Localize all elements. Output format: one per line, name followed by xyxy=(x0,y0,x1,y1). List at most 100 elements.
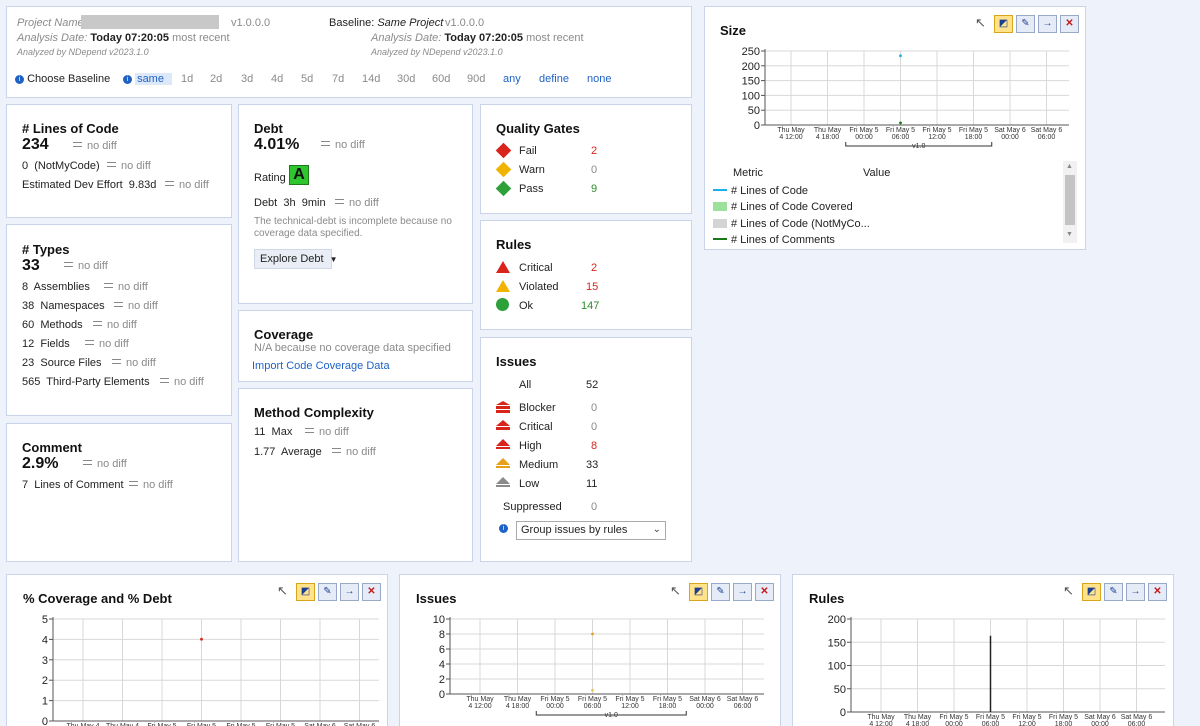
cursor-icon[interactable]: ↖ xyxy=(670,583,686,601)
data-point xyxy=(200,637,203,641)
types-value: 33 xyxy=(22,257,40,274)
baseline-option-3d[interactable]: 3d xyxy=(241,73,253,85)
issues-blocker-label: Blocker xyxy=(519,402,556,414)
close-icon[interactable]: ✕ xyxy=(1060,15,1079,33)
arrow-right-icon[interactable]: → xyxy=(1038,15,1057,33)
complexity-panel: Method Complexity 11 Max no diff 1.77 Av… xyxy=(238,388,473,562)
baseline-option-5d[interactable]: 5d xyxy=(301,73,313,85)
critical-issue-icon xyxy=(496,420,510,432)
baseline-option-2d[interactable]: 2d xyxy=(210,73,222,85)
project-name-label: Project Name: xyxy=(17,17,87,29)
close-icon[interactable]: ✕ xyxy=(1148,583,1167,601)
baseline-option-90d[interactable]: 90d xyxy=(467,73,485,85)
types-row-diff: no diff xyxy=(160,376,204,388)
explore-debt-button[interactable]: Explore Debt ▼ xyxy=(254,249,338,269)
legend-label: # Lines of Code Covered xyxy=(731,201,853,213)
types-row-assemblies: 8 Assemblies xyxy=(22,281,90,293)
x-tick-label: 06:00 xyxy=(1038,134,1056,141)
choose-baseline[interactable]: i Choose Baseline xyxy=(15,73,110,85)
baseline-option-30d[interactable]: 30d xyxy=(397,73,415,85)
legend-item[interactable]: # Lines of Code xyxy=(713,185,808,197)
info-icon: i xyxy=(499,524,508,533)
y-tick-label: 4 xyxy=(439,659,445,671)
close-icon[interactable]: ✕ xyxy=(755,583,774,601)
edit-icon[interactable]: ✎ xyxy=(318,583,337,601)
issues-panel: Issues All 52 Blocker 0 Critical 0 High … xyxy=(480,337,692,562)
group-issues-select[interactable]: Group issues by rules ⌄ xyxy=(516,521,666,540)
loc-diff: no diff xyxy=(73,140,117,152)
baseline-option-any[interactable]: any xyxy=(503,73,521,85)
baseline-analysis-date-label: Analysis Date: xyxy=(371,32,442,44)
baseline-option-1d[interactable]: 1d xyxy=(181,73,193,85)
baseline-option-label: same xyxy=(135,73,172,85)
info-icon: i xyxy=(15,75,24,84)
analysis-most-recent: most recent xyxy=(172,32,230,44)
complexity-title: Method Complexity xyxy=(254,405,374,420)
baseline-option-4d[interactable]: 4d xyxy=(271,73,283,85)
legend-scrollbar[interactable]: ▲ ▼ xyxy=(1063,161,1077,243)
chart-select-icon[interactable]: ◩ xyxy=(1082,583,1101,601)
arrow-right-icon[interactable]: → xyxy=(1126,583,1145,601)
cursor-icon[interactable]: ↖ xyxy=(277,583,293,601)
y-tick-label: 200 xyxy=(828,614,846,626)
types-row-source-files: 23 Source Files xyxy=(22,357,102,369)
types-row-third-party: 565 Third-Party Elements xyxy=(22,376,150,388)
x-tick-label: Fri May 5 xyxy=(578,696,607,703)
edit-icon[interactable]: ✎ xyxy=(1016,15,1035,33)
edit-icon[interactable]: ✎ xyxy=(711,583,730,601)
legend-label: # Lines of Code (NotMyCo... xyxy=(731,218,870,230)
arrow-right-icon[interactable]: → xyxy=(340,583,359,601)
size-title: Size xyxy=(720,23,747,38)
arrow-right-icon[interactable]: → xyxy=(733,583,752,601)
loc-panel: # Lines of Code 234 no diff 0 (NotMyCode… xyxy=(6,104,232,218)
close-icon[interactable]: ✕ xyxy=(362,583,381,601)
legend-item[interactable]: # Lines of Code Covered xyxy=(713,201,853,213)
legend-swatch xyxy=(713,189,727,191)
debt-note: The technical-debt is incomplete because… xyxy=(254,216,452,239)
x-tick-label: Fri May 5 xyxy=(653,696,682,703)
baseline-option-define[interactable]: define xyxy=(539,73,569,85)
types-row-fields: 12 Fields xyxy=(22,338,70,350)
x-tick-label: 06:00 xyxy=(584,703,602,710)
baseline-option-7d[interactable]: 7d xyxy=(332,73,344,85)
baseline-analysis-date: Today 07:20:05 xyxy=(444,32,524,44)
medium-issue-icon xyxy=(496,458,510,470)
group-issues-value: Group issues by rules xyxy=(521,524,628,536)
gate-pass-label: Pass xyxy=(519,183,544,195)
legend-item[interactable]: # Lines of Code (NotMyCo... xyxy=(713,218,870,230)
baseline-option-14d[interactable]: 14d xyxy=(362,73,380,85)
y-tick-label: 6 xyxy=(439,644,445,656)
debt-diff: no diff xyxy=(321,139,365,151)
scroll-up-icon[interactable]: ▲ xyxy=(1066,163,1073,170)
edit-icon[interactable]: ✎ xyxy=(1104,583,1123,601)
baseline-option-same[interactable]: i same xyxy=(123,73,172,85)
x-tick-label: 18:00 xyxy=(659,703,677,710)
scroll-down-icon[interactable]: ▼ xyxy=(1066,231,1073,238)
x-tick-label: Fri May 5 xyxy=(1049,714,1078,721)
cursor-icon[interactable]: ↖ xyxy=(975,15,991,33)
chart-select-icon[interactable]: ◩ xyxy=(994,15,1013,33)
import-coverage-link[interactable]: Import Code Coverage Data xyxy=(252,360,390,372)
scrollbar-thumb[interactable] xyxy=(1065,175,1075,225)
issues-all-value: 52 xyxy=(586,379,599,391)
fail-icon xyxy=(495,142,512,159)
x-tick-label: 4 12:00 xyxy=(779,134,802,141)
issues-suppressed-label: Suppressed xyxy=(503,501,562,513)
cursor-icon[interactable]: ↖ xyxy=(1063,583,1079,601)
rules-critical-label: Critical xyxy=(519,262,553,274)
issues-chart-title: Issues xyxy=(416,591,457,606)
data-point xyxy=(591,688,594,692)
size-chart: 250200150100500 Thu May4 12:00Thu May4 1… xyxy=(742,46,1069,150)
chart-select-icon[interactable]: ◩ xyxy=(296,583,315,601)
comment-title: Comment xyxy=(22,440,82,455)
y-tick-label: 1 xyxy=(42,696,48,708)
baseline-option-60d[interactable]: 60d xyxy=(432,73,450,85)
legend-item[interactable]: # Lines of Comments xyxy=(713,234,835,246)
x-tick-label: Fri May 5 xyxy=(939,714,968,721)
chart-select-icon[interactable]: ◩ xyxy=(689,583,708,601)
baseline-option-none[interactable]: none xyxy=(587,73,611,85)
issues-low-value: 11 xyxy=(586,478,598,490)
y-tick-label: 50 xyxy=(748,105,760,117)
pass-icon xyxy=(495,180,512,197)
legend-swatch xyxy=(713,202,727,211)
